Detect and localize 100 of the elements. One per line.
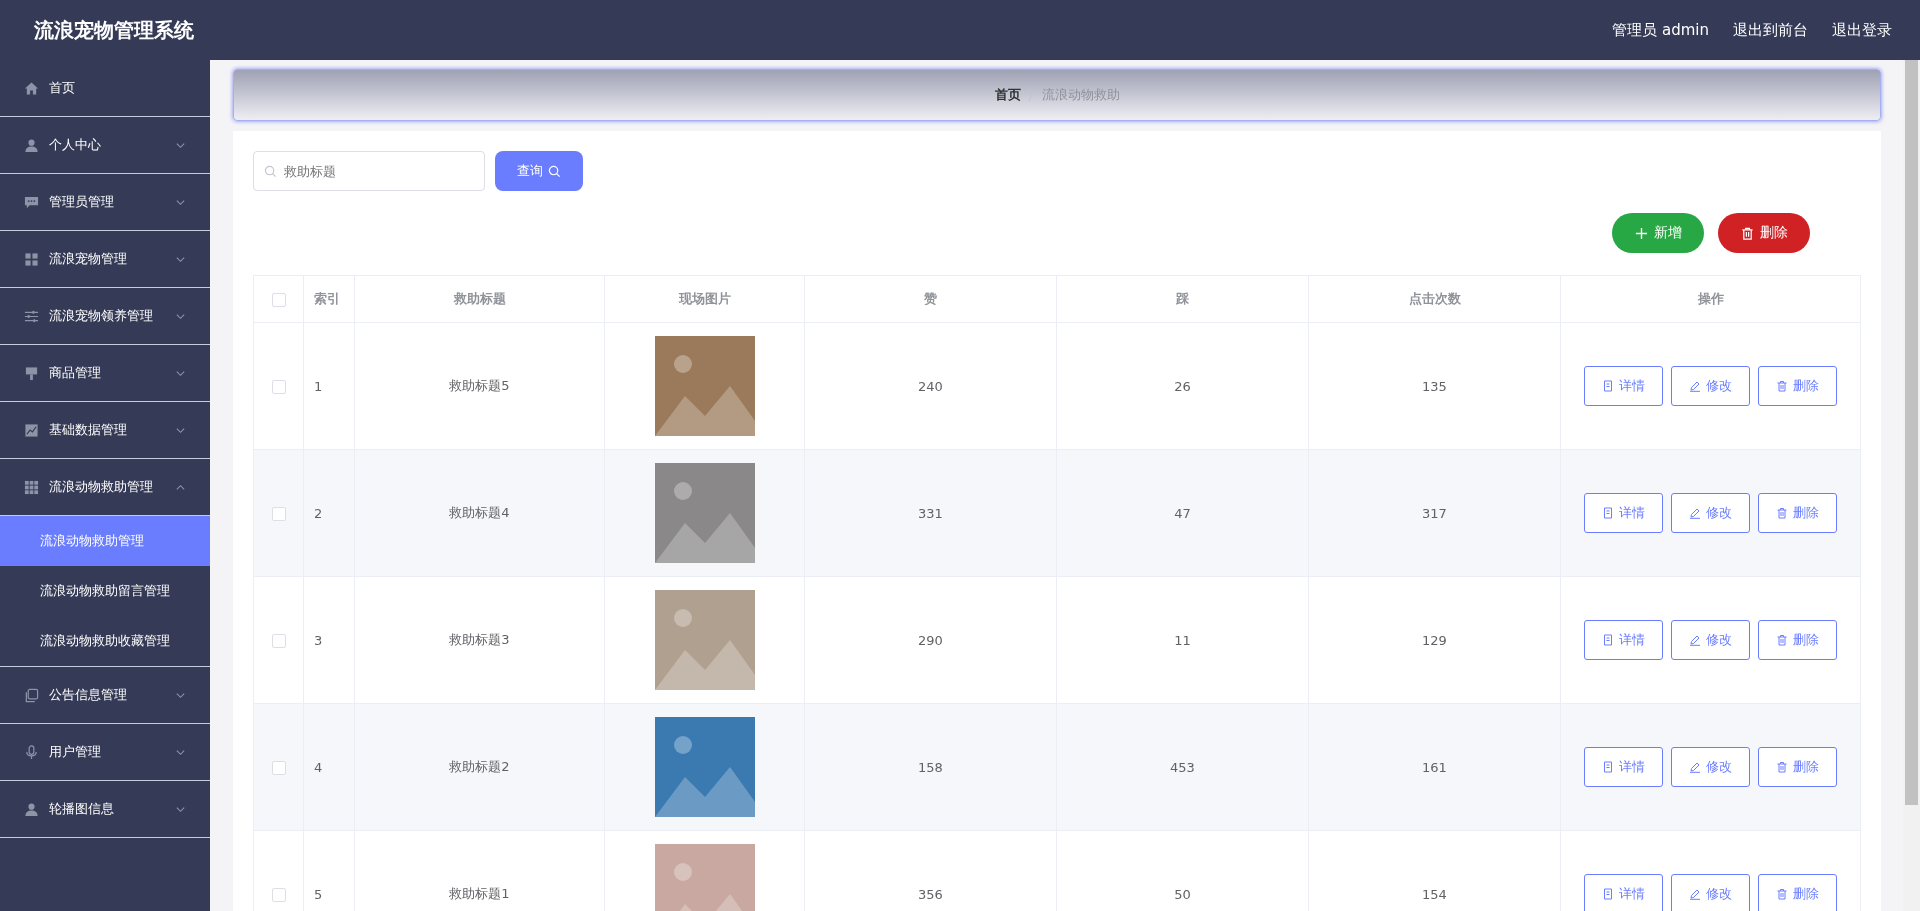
- scrollbar-thumb[interactable]: [1905, 60, 1918, 805]
- row-action-button[interactable]: 详情: [1584, 493, 1663, 533]
- trash-icon: [1776, 507, 1788, 519]
- sidebar-item-label: 流浪宠物管理: [49, 250, 128, 268]
- sidebar-subitem[interactable]: 流浪动物救助管理: [0, 516, 210, 566]
- search-icon: [264, 165, 277, 178]
- pencil-icon: [1689, 507, 1701, 519]
- row-action-button[interactable]: 修改: [1671, 366, 1750, 406]
- sidebar-item-label: 流浪动物救助管理: [49, 478, 154, 496]
- add-button[interactable]: 新增: [1612, 213, 1704, 253]
- column-header: 救助标题: [354, 275, 605, 323]
- plus-icon: [1634, 226, 1648, 240]
- document-icon: [1602, 507, 1614, 519]
- table-cell: 4: [303, 703, 355, 831]
- breadcrumb-item[interactable]: 首页: [994, 86, 1021, 104]
- sidebar-item-label: 公告信息管理: [49, 686, 128, 704]
- table-cell: 453: [1056, 703, 1309, 831]
- table-cell: 331: [804, 449, 1057, 577]
- row-checkbox[interactable]: [271, 760, 286, 775]
- table-cell: 158: [804, 703, 1057, 831]
- sidebar-item-label: 首页: [49, 79, 76, 97]
- row-action-button[interactable]: 修改: [1671, 747, 1750, 787]
- pencil-icon: [1689, 888, 1701, 900]
- trash-icon: [1776, 761, 1788, 773]
- table-cell: 1: [303, 322, 355, 450]
- table-cell: 救助标题4: [354, 449, 605, 577]
- sidebar-item-label: 用户管理: [49, 743, 102, 761]
- search-button[interactable]: 查询: [495, 151, 583, 191]
- sidebar-item-label: 轮播图信息: [49, 800, 115, 818]
- row-action-button[interactable]: 删除: [1758, 366, 1837, 406]
- column-header: 赞: [804, 275, 1057, 323]
- table-cell: 3: [303, 576, 355, 704]
- trash-icon: [1776, 888, 1788, 900]
- sidebar-item-label: 基础数据管理: [49, 421, 128, 439]
- brush-icon: [24, 365, 39, 381]
- row-action-button[interactable]: 删除: [1758, 747, 1837, 787]
- trash-icon: [1776, 634, 1788, 646]
- table-cell: 26: [1056, 322, 1309, 450]
- sidebar-subitem[interactable]: 流浪动物救助收藏管理: [0, 616, 210, 666]
- row-action-button[interactable]: 详情: [1584, 366, 1663, 406]
- pencil-icon: [1689, 634, 1701, 646]
- column-header: 现场图片: [604, 275, 805, 323]
- breadcrumb-item: 流浪动物救助: [1041, 86, 1120, 104]
- grid-icon: [24, 251, 39, 267]
- document-icon: [1602, 634, 1614, 646]
- home-icon: [24, 80, 39, 96]
- trash-icon: [1740, 226, 1754, 240]
- row-action-button[interactable]: 修改: [1671, 874, 1750, 911]
- sidebar-item-label: 商品管理: [49, 364, 102, 382]
- pencil-icon: [1689, 380, 1701, 392]
- header-link[interactable]: 管理员 admin: [1612, 20, 1709, 40]
- delete-button[interactable]: 删除: [1718, 213, 1810, 253]
- user-icon: [24, 801, 39, 817]
- column-header: 踩: [1056, 275, 1309, 323]
- app-title: 流浪宠物管理系统: [34, 16, 194, 44]
- pencil-icon: [1689, 761, 1701, 773]
- table-cell: 135: [1308, 322, 1561, 450]
- row-action-button[interactable]: 删除: [1758, 874, 1837, 911]
- search-icon: [548, 164, 561, 178]
- row-action-button[interactable]: 删除: [1758, 620, 1837, 660]
- header-link[interactable]: 退出到前台: [1733, 20, 1808, 40]
- sidebar-item-label: 个人中心: [49, 136, 102, 154]
- row-action-button[interactable]: 修改: [1671, 620, 1750, 660]
- row-checkbox[interactable]: [271, 887, 286, 902]
- chat-icon: [24, 194, 39, 210]
- user-icon: [24, 137, 39, 153]
- row-action-button[interactable]: 删除: [1758, 493, 1837, 533]
- select-all-checkbox[interactable]: [271, 292, 286, 307]
- table-cell: 161: [1308, 703, 1561, 831]
- document-icon: [1602, 380, 1614, 392]
- chart-icon: [24, 422, 39, 438]
- row-action-button[interactable]: 详情: [1584, 620, 1663, 660]
- column-header: 操作: [1560, 275, 1861, 323]
- table-cell: 11: [1056, 576, 1309, 704]
- row-checkbox[interactable]: [271, 506, 286, 521]
- trash-icon: [1776, 380, 1788, 392]
- table-cell: 2: [303, 449, 355, 577]
- grid-icon: [24, 479, 39, 495]
- table-cell: 救助标题2: [354, 703, 605, 831]
- row-action-button[interactable]: 详情: [1584, 874, 1663, 911]
- copy-icon: [24, 687, 39, 703]
- row-action-button[interactable]: 详情: [1584, 747, 1663, 787]
- document-icon: [1602, 761, 1614, 773]
- table-cell: 290: [804, 576, 1057, 704]
- table-cell: 240: [804, 322, 1057, 450]
- search-field[interactable]: 救助标题: [253, 151, 485, 191]
- sidebar-item-label: 流浪宠物领养管理: [49, 307, 154, 325]
- table-cell: 救助标题5: [354, 322, 605, 450]
- microphone-icon: [24, 744, 39, 760]
- row-checkbox[interactable]: [271, 633, 286, 648]
- table-cell: 救助标题3: [354, 576, 605, 704]
- sidebar-subitem[interactable]: 流浪动物救助留言管理: [0, 566, 210, 616]
- sliders-icon: [24, 308, 39, 324]
- column-header: 索引: [303, 275, 355, 323]
- column-header: 点击次数: [1308, 275, 1561, 323]
- table-cell: 129: [1308, 576, 1561, 704]
- row-action-button[interactable]: 修改: [1671, 493, 1750, 533]
- header-link[interactable]: 退出登录: [1832, 20, 1892, 40]
- document-icon: [1602, 888, 1614, 900]
- row-checkbox[interactable]: [271, 379, 286, 394]
